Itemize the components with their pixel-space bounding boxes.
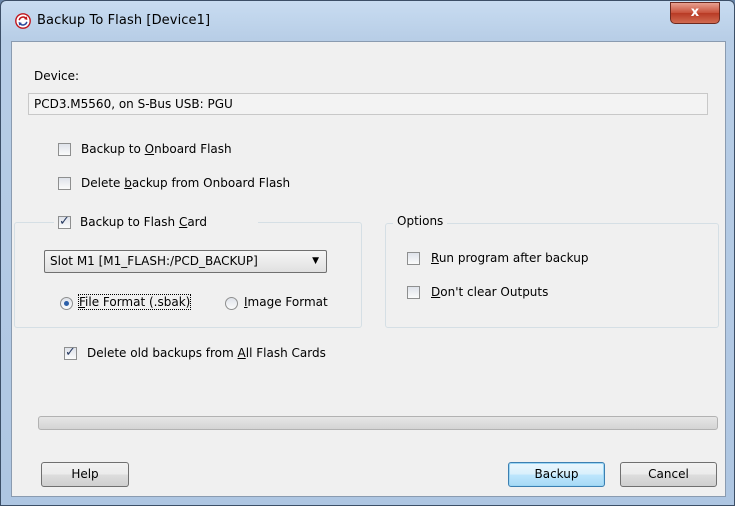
close-button[interactable]: x bbox=[670, 2, 720, 24]
window-title: Backup To Flash [Device1] bbox=[37, 13, 211, 28]
image-format-radio[interactable] bbox=[225, 297, 238, 310]
dont-clear-outputs-label[interactable]: Don't clear Outputs bbox=[431, 285, 548, 299]
device-label: Device: bbox=[34, 69, 80, 83]
flash-slot-dropdown[interactable]: Slot M1 [M1_FLASH:/PCD_BACKUP] ▼ bbox=[44, 250, 327, 273]
flash-card-group bbox=[14, 222, 362, 328]
file-format-label[interactable]: File Format (.sbak) bbox=[77, 294, 192, 310]
image-format-label[interactable]: Image Format bbox=[244, 295, 328, 309]
backup-flash-card-checkbox[interactable] bbox=[58, 214, 71, 229]
run-program-label[interactable]: Run program after backup bbox=[431, 251, 588, 265]
dialog-window: Backup To Flash [Device1] x Device: PCD3… bbox=[0, 0, 735, 506]
dialog-client-area: Device: PCD3.M5560, on S-Bus USB: PGU Ba… bbox=[11, 41, 726, 497]
backup-flash-card-label[interactable]: Backup to Flash Card bbox=[80, 215, 207, 229]
delete-onboard-label[interactable]: Delete backup from Onboard Flash bbox=[81, 176, 290, 190]
run-program-checkbox[interactable] bbox=[407, 252, 420, 265]
saia-refresh-icon bbox=[15, 13, 31, 29]
backup-progress-bar bbox=[38, 416, 718, 430]
chevron-down-icon: ▼ bbox=[312, 256, 319, 266]
backup-button[interactable]: Backup bbox=[508, 462, 605, 487]
backup-onboard-label[interactable]: Backup to Onboard Flash bbox=[81, 142, 232, 156]
delete-old-backups-label[interactable]: Delete old backups from All Flash Cards bbox=[87, 346, 326, 360]
device-field: PCD3.M5560, on S-Bus USB: PGU bbox=[28, 93, 708, 115]
backup-onboard-checkbox[interactable] bbox=[58, 143, 71, 156]
delete-onboard-checkbox[interactable] bbox=[58, 177, 71, 190]
title-bar[interactable]: Backup To Flash [Device1] x bbox=[1, 1, 734, 41]
flash-card-group-header: Backup to Flash Card bbox=[54, 214, 258, 232]
flash-slot-selected: Slot M1 [M1_FLASH:/PCD_BACKUP] bbox=[50, 254, 258, 268]
options-group-label: Options bbox=[393, 214, 448, 228]
dont-clear-outputs-checkbox[interactable] bbox=[407, 286, 420, 299]
delete-old-backups-checkbox[interactable] bbox=[64, 345, 77, 360]
file-format-radio[interactable] bbox=[60, 297, 73, 310]
cancel-button[interactable]: Cancel bbox=[620, 462, 717, 487]
close-icon: x bbox=[690, 5, 700, 20]
device-value: PCD3.M5560, on S-Bus USB: PGU bbox=[34, 97, 233, 111]
options-group bbox=[385, 223, 719, 328]
help-button[interactable]: Help bbox=[41, 462, 129, 487]
